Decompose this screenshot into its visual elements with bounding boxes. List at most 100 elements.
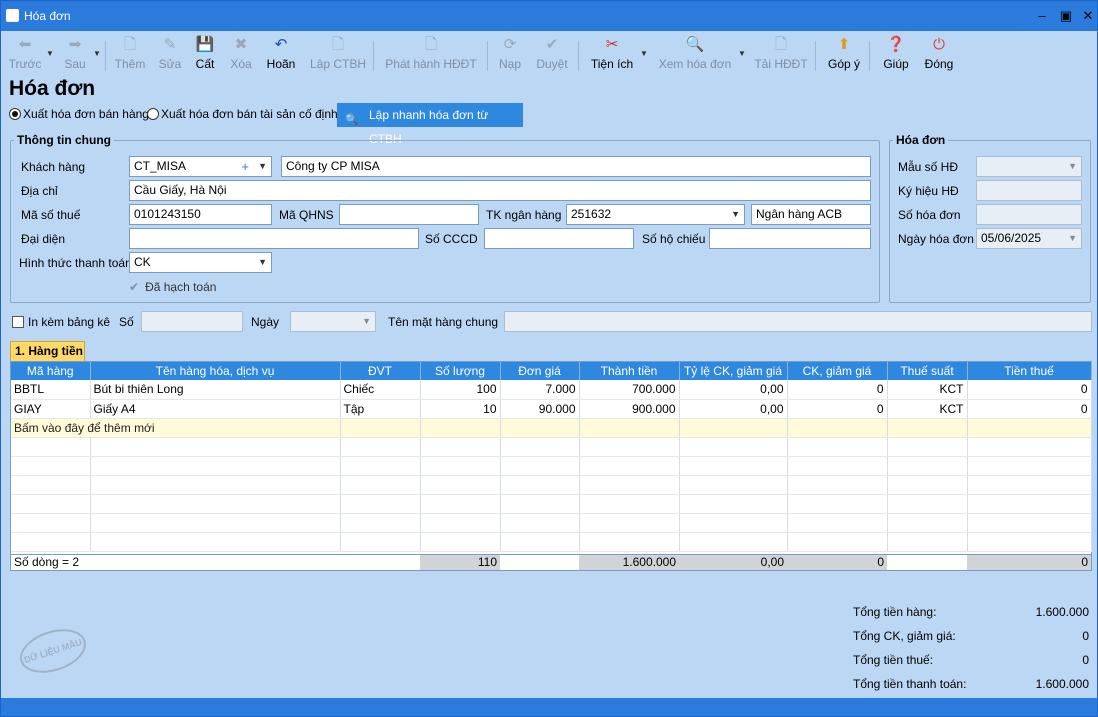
maximize-icon[interactable]: ▣ bbox=[1055, 6, 1077, 26]
footer-qty: 110 bbox=[420, 555, 500, 570]
col-qty[interactable]: Số lượng bbox=[420, 362, 501, 380]
utilities-dropdown-icon[interactable]: ▼ bbox=[640, 49, 648, 58]
approve-button[interactable]: ✔ Duyệt bbox=[533, 33, 571, 73]
feedback-button[interactable]: ⬆ Góp ý bbox=[825, 33, 863, 73]
total-goods-row: Tổng tiền hàng: 1.600.000 bbox=[853, 605, 1089, 619]
representative-field[interactable] bbox=[129, 228, 419, 249]
col-price[interactable]: Đơn giá bbox=[500, 362, 580, 380]
radio-unchecked-icon bbox=[147, 108, 159, 120]
edit-doc-icon: ✎ bbox=[163, 36, 177, 53]
utilities-button[interactable]: ✂ Tiện ích bbox=[588, 33, 636, 73]
col-disc[interactable]: CK, giảm giá bbox=[787, 362, 888, 380]
close-icon[interactable]: ✕ bbox=[1077, 6, 1097, 26]
prev-button[interactable]: ⬅ Trước bbox=[7, 33, 43, 73]
doc-send-icon: 🗋 bbox=[424, 36, 438, 53]
help-button[interactable]: ❓ Giúp bbox=[879, 33, 913, 73]
page-title: Hóa đơn bbox=[9, 77, 96, 100]
template-label: Mẫu số HĐ bbox=[898, 160, 959, 174]
doc-plus-icon: 🗋 bbox=[331, 36, 345, 53]
empty-row bbox=[11, 532, 1092, 552]
search-icon: 🔍 bbox=[345, 114, 359, 126]
col-unit[interactable]: ĐVT bbox=[340, 362, 421, 380]
chevron-down-icon[interactable]: ▼ bbox=[362, 312, 371, 331]
template-combo[interactable]: ▼ bbox=[976, 156, 1082, 177]
posted-checkbox[interactable]: ✔ Đã hạch toán bbox=[129, 280, 216, 294]
col-tax-rate[interactable]: Thuế suất bbox=[887, 362, 968, 380]
add-icon[interactable]: + bbox=[241, 157, 249, 176]
bank-account-label: TK ngân hàng bbox=[486, 208, 562, 222]
delete-doc-icon: ✖ bbox=[234, 36, 248, 53]
col-disc-rate[interactable]: Tỷ lệ CK, giảm giá bbox=[679, 362, 788, 380]
common-name-field[interactable] bbox=[504, 311, 1092, 332]
print-list-checkbox[interactable]: In kèm bảng kê bbox=[12, 315, 110, 329]
close-button[interactable]: ⏻ Đóng bbox=[921, 33, 957, 73]
chevron-down-icon[interactable]: ▼ bbox=[1068, 229, 1077, 248]
view-invoice-dropdown-icon[interactable]: ▼ bbox=[738, 49, 746, 58]
col-tax[interactable]: Tiền thuế bbox=[967, 362, 1092, 380]
cccd-label: Số CCCD bbox=[425, 232, 478, 246]
cccd-field[interactable] bbox=[484, 228, 634, 249]
customer-label: Khách hàng bbox=[21, 160, 86, 174]
list-no-label: Số bbox=[119, 315, 134, 329]
col-code[interactable]: Mã hàng bbox=[11, 362, 91, 380]
payment-method-combo[interactable]: CK ▼ bbox=[129, 252, 272, 273]
add-row[interactable]: Bấm vào đây để thêm mới bbox=[11, 418, 1092, 438]
tax-code-label: Mã số thuế bbox=[21, 208, 81, 222]
list-no-field[interactable] bbox=[141, 311, 243, 332]
magnifier-doc-icon: 🔍 bbox=[685, 36, 705, 53]
prev-dropdown-icon[interactable]: ▼ bbox=[46, 49, 54, 58]
customer-code-combo[interactable]: CT_MISA + ▼ bbox=[129, 156, 272, 177]
empty-row bbox=[11, 456, 1092, 476]
qhns-field[interactable] bbox=[339, 204, 479, 225]
chevron-down-icon[interactable]: ▼ bbox=[258, 253, 267, 272]
create-ctbh-button[interactable]: 🗋 Lập CTBH bbox=[309, 33, 367, 73]
next-button[interactable]: ➡ Sau bbox=[57, 33, 93, 73]
table-row[interactable]: BBTL Bút bi thiên Long Chiếc 100 7.000 7… bbox=[11, 380, 1092, 400]
tab-goods[interactable]: 1. Hàng tiền bbox=[10, 341, 85, 361]
edit-button[interactable]: ✎ Sửa bbox=[153, 33, 187, 73]
symbol-field[interactable] bbox=[976, 180, 1082, 201]
list-date-picker[interactable]: ▼ bbox=[290, 311, 376, 332]
issue-einvoice-button[interactable]: 🗋 Phát hành HĐĐT bbox=[383, 33, 479, 73]
total-discount-row: Tổng CK, giảm giá: 0 bbox=[853, 629, 1089, 643]
invoice-date-label: Ngày hóa đơn bbox=[898, 232, 974, 246]
undo-button[interactable]: ↶ Hoãn bbox=[263, 33, 299, 73]
col-name[interactable]: Tên hàng hóa, dịch vụ bbox=[90, 362, 341, 380]
window-title: Hóa đơn bbox=[24, 9, 71, 23]
chevron-down-icon[interactable]: ▼ bbox=[731, 205, 740, 224]
footer-disc-rate: 0,00 bbox=[679, 555, 787, 570]
bank-account-combo[interactable]: 251632 ▼ bbox=[566, 204, 745, 225]
address-field[interactable]: Cầu Giấy, Hà Nội bbox=[129, 180, 871, 201]
minimize-icon[interactable]: – bbox=[1031, 6, 1053, 26]
passport-label: Số hộ chiếu bbox=[642, 232, 706, 246]
invoice-date-picker[interactable]: 05/06/2025 ▼ bbox=[976, 228, 1082, 249]
radio-asset-invoice[interactable]: Xuất hóa đơn bán tài sản cố định bbox=[147, 107, 338, 123]
app-icon bbox=[6, 9, 19, 22]
view-invoice-button[interactable]: 🔍 Xem hóa đơn bbox=[657, 33, 733, 73]
row-count: Số dòng = 2 bbox=[14, 555, 80, 569]
tax-code-field[interactable]: 0101243150 bbox=[129, 204, 272, 225]
invoice-number-field[interactable] bbox=[976, 204, 1082, 225]
empty-row bbox=[11, 475, 1092, 495]
radio-sales-invoice[interactable]: Xuất hóa đơn bán hàng bbox=[9, 107, 149, 123]
power-icon: ⏻ bbox=[933, 36, 945, 53]
passport-field[interactable] bbox=[709, 228, 871, 249]
download-einvoice-button[interactable]: 🗋 Tải HĐĐT bbox=[753, 33, 809, 73]
load-button[interactable]: ⟳ Nạp bbox=[494, 33, 526, 73]
quick-create-button[interactable]: 🔍 Lập nhanh hóa đơn từ CTBH bbox=[337, 103, 523, 146]
customer-name-field[interactable]: Công ty CP MISA bbox=[281, 156, 871, 177]
delete-button[interactable]: ✖ Xóa bbox=[224, 33, 258, 73]
empty-row bbox=[11, 513, 1092, 533]
table-row[interactable]: GIAY Giấy A4 Tập 10 90.000 900.000 0,00 … bbox=[11, 399, 1092, 419]
chevron-down-icon[interactable]: ▼ bbox=[258, 157, 267, 176]
footer-tax: 0 bbox=[967, 555, 1091, 570]
bank-name-field[interactable]: Ngân hàng ACB bbox=[751, 204, 871, 225]
chevron-down-icon[interactable]: ▼ bbox=[1068, 157, 1077, 176]
arrow-right-icon: ➡ bbox=[68, 36, 82, 53]
next-dropdown-icon[interactable]: ▼ bbox=[93, 49, 101, 58]
save-button[interactable]: 💾 Cất bbox=[190, 33, 220, 73]
status-bar bbox=[1, 698, 1097, 716]
col-amount[interactable]: Thành tiền bbox=[579, 362, 680, 380]
add-button[interactable]: 🗋 Thêm bbox=[112, 33, 148, 73]
toolbar: ⬅ Trước ▼ ➡ Sau ▼ 🗋 Thêm ✎ Sửa 💾 Cất ✖ Xóa ↶ Ho… bbox=[1, 31, 1097, 75]
